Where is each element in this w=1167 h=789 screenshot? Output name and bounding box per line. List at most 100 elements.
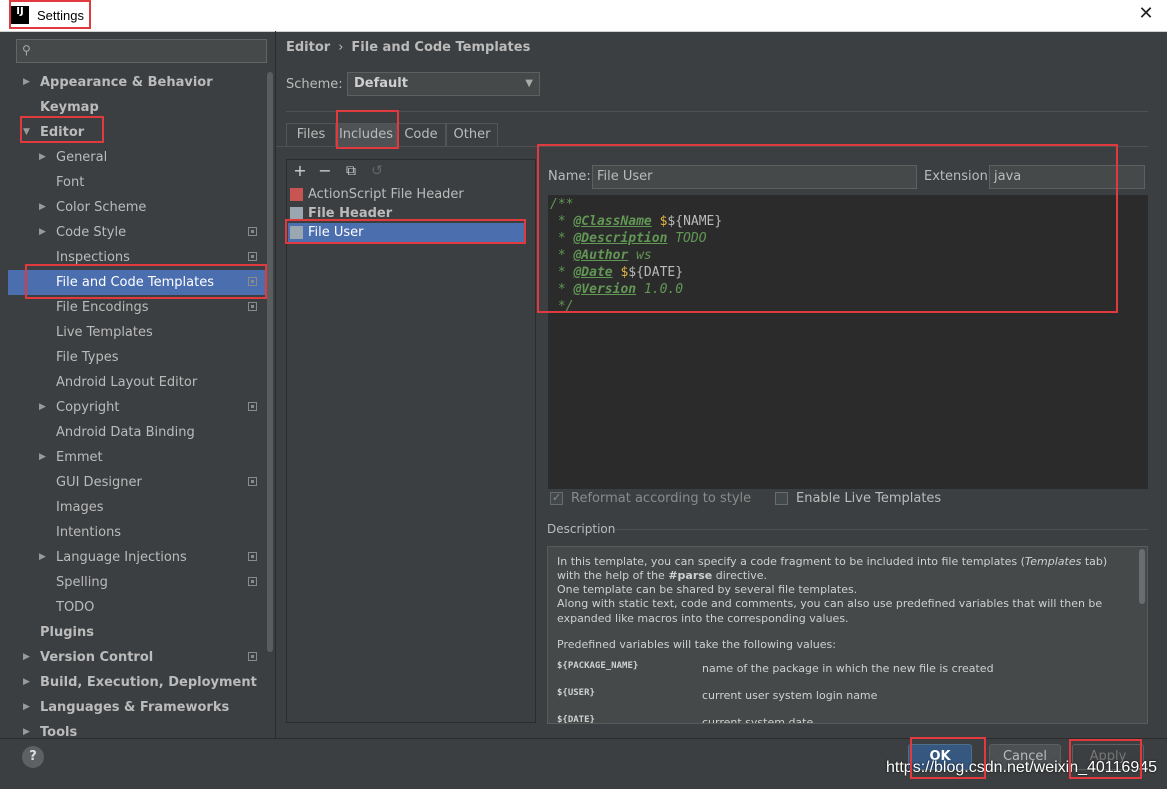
sidebar-item-editor[interactable]: ▼ Editor bbox=[8, 120, 266, 145]
code-line: * @Version 1.0.0 bbox=[550, 282, 684, 297]
sidebar-item-android-layout-editor[interactable]: Android Layout Editor bbox=[8, 370, 266, 395]
sidebar-item-plugins[interactable]: Plugins bbox=[8, 620, 266, 645]
tab-other[interactable]: Other bbox=[446, 123, 498, 146]
breadcrumb: Editor › File and Code Templates bbox=[286, 40, 530, 55]
title-bar: IJ Settings ✕ bbox=[0, 0, 1167, 32]
scheme-value: Default bbox=[354, 76, 408, 91]
scheme-select[interactable]: Default ▼ bbox=[347, 72, 540, 96]
project-settings-icon bbox=[248, 552, 257, 561]
list-item[interactable]: ActionScript File Header bbox=[288, 185, 525, 204]
description-scrollbar[interactable] bbox=[1139, 549, 1145, 604]
template-code-editor[interactable]: /** * @ClassName $${NAME} * @Description… bbox=[548, 195, 1148, 489]
window-title: Settings bbox=[37, 8, 84, 23]
chevron-right-icon[interactable]: ▶ bbox=[23, 70, 30, 95]
templates-list-panel bbox=[286, 159, 536, 723]
variable-name: ${USER} bbox=[557, 688, 595, 698]
variable-description: current system date bbox=[702, 716, 814, 724]
chevron-right-icon[interactable]: ▶ bbox=[39, 145, 46, 170]
watermark-text: https://blog.csdn.net/weixin_40116945 bbox=[886, 759, 1158, 776]
sidebar-item-general[interactable]: ▶ General bbox=[8, 145, 266, 170]
settings-tree: ▶ Appearance & Behavior Keymap ▼ Editor ▶ G… bbox=[8, 70, 273, 738]
sidebar-item-emmet[interactable]: ▶ Emmet bbox=[8, 445, 266, 470]
extension-label: Extension: bbox=[924, 169, 993, 184]
tab-code[interactable]: Code bbox=[396, 123, 446, 146]
sidebar-item-color-scheme[interactable]: ▶ Color Scheme bbox=[8, 195, 266, 220]
file-icon bbox=[290, 226, 303, 239]
variable-name: ${DATE} bbox=[557, 715, 595, 724]
live-templates-checkbox[interactable]: Enable Live Templates bbox=[775, 491, 945, 507]
sidebar-item-version-control[interactable]: ▶ Version Control bbox=[8, 645, 266, 670]
sidebar-item-copyright[interactable]: ▶ Copyright bbox=[8, 395, 266, 420]
sidebar-item-todo[interactable]: TODO bbox=[8, 595, 266, 620]
file-icon bbox=[290, 207, 303, 220]
chevron-right-icon[interactable]: ▶ bbox=[39, 395, 46, 420]
sidebar-item-build-execution-deployment[interactable]: ▶ Build, Execution, Deployment bbox=[8, 670, 266, 695]
search-icon: ⚲ bbox=[22, 43, 31, 57]
sidebar-item-file-encodings[interactable]: File Encodings bbox=[8, 295, 266, 320]
settings-search-input[interactable]: ⚲ bbox=[16, 39, 267, 63]
code-line: * @Date $${DATE} bbox=[550, 265, 684, 280]
description-separator bbox=[615, 529, 1148, 530]
description-text: expanded like macros into the correspond… bbox=[557, 612, 849, 625]
checkbox-checked bbox=[550, 490, 563, 506]
panel-divider[interactable] bbox=[275, 31, 276, 738]
sidebar-item-intentions[interactable]: Intentions bbox=[8, 520, 266, 545]
project-settings-icon bbox=[248, 302, 257, 311]
sidebar-item-keymap[interactable]: Keymap bbox=[8, 95, 266, 120]
reformat-checkbox[interactable]: Reformat according to style bbox=[550, 490, 751, 507]
name-field[interactable]: File User bbox=[592, 165, 917, 189]
sidebar-item-tools[interactable]: ▶ Tools bbox=[8, 720, 266, 738]
chevron-down-icon[interactable]: ▼ bbox=[23, 120, 30, 145]
chevron-down-icon: ▼ bbox=[525, 78, 533, 89]
list-item[interactable]: File User bbox=[288, 223, 525, 242]
sidebar-item-live-templates[interactable]: Live Templates bbox=[8, 320, 266, 345]
code-line: * @Description TODO bbox=[550, 231, 707, 246]
copy-icon[interactable]: ⧉ bbox=[342, 162, 360, 180]
chevron-right-icon[interactable]: ▶ bbox=[23, 670, 30, 695]
remove-icon[interactable]: − bbox=[316, 162, 334, 180]
breadcrumb-parent[interactable]: Editor bbox=[286, 40, 330, 55]
sidebar-item-file-types[interactable]: File Types bbox=[8, 345, 266, 370]
description-panel[interactable]: In this template, you can specify a code… bbox=[547, 546, 1148, 724]
code-line: /** bbox=[550, 197, 574, 212]
close-icon[interactable]: ✕ bbox=[1135, 3, 1157, 25]
sidebar-item-inspections[interactable]: Inspections bbox=[8, 245, 266, 270]
list-item[interactable]: File Header bbox=[288, 204, 525, 223]
tab-files[interactable]: Files bbox=[286, 123, 336, 146]
separator bbox=[286, 111, 1148, 112]
chevron-right-icon[interactable]: ▶ bbox=[23, 645, 30, 670]
variable-name: ${PACKAGE_NAME} bbox=[557, 661, 639, 671]
sidebar-item-language-injections[interactable]: ▶ Language Injections bbox=[8, 545, 266, 570]
sidebar-item-android-data-binding[interactable]: Android Data Binding bbox=[8, 420, 266, 445]
code-line: * @ClassName $${NAME} bbox=[550, 214, 723, 229]
sidebar-item-gui-designer[interactable]: GUI Designer bbox=[8, 470, 266, 495]
chevron-right-icon[interactable]: ▶ bbox=[39, 545, 46, 570]
chevron-right-icon[interactable]: ▶ bbox=[39, 195, 46, 220]
project-settings-icon bbox=[248, 252, 257, 261]
sidebar-item-font[interactable]: Font bbox=[8, 170, 266, 195]
chevron-right-icon[interactable]: ▶ bbox=[23, 720, 30, 738]
reset-icon[interactable]: ↺ bbox=[368, 162, 386, 180]
description-text: In this template, you can specify a code… bbox=[557, 555, 1108, 568]
sidebar-item-images[interactable]: Images bbox=[8, 495, 266, 520]
help-button[interactable]: ? bbox=[22, 746, 44, 768]
tab-includes[interactable]: Includes bbox=[336, 123, 396, 146]
sidebar-item-appearance-behavior[interactable]: ▶ Appearance & Behavior bbox=[8, 70, 266, 95]
sidebar-item-code-style[interactable]: ▶ Code Style bbox=[8, 220, 266, 245]
description-text: with the help of the #parse directive. bbox=[557, 569, 768, 582]
project-settings-icon bbox=[248, 477, 257, 486]
breadcrumb-separator: › bbox=[338, 40, 344, 55]
sidebar-item-languages-frameworks[interactable]: ▶ Languages & Frameworks bbox=[8, 695, 266, 720]
sidebar-item-file-and-code-templates[interactable]: File and Code Templates bbox=[8, 270, 266, 295]
chevron-right-icon[interactable]: ▶ bbox=[39, 445, 46, 470]
sidebar-scrollbar[interactable] bbox=[267, 72, 273, 652]
description-text: Along with static text, code and comment… bbox=[557, 597, 1103, 610]
description-text: Predefined variables will take the follo… bbox=[557, 638, 836, 651]
extension-field[interactable]: java bbox=[989, 165, 1145, 189]
checkbox-unchecked bbox=[775, 492, 788, 505]
actionscript-file-icon bbox=[290, 188, 303, 201]
chevron-right-icon[interactable]: ▶ bbox=[23, 695, 30, 720]
chevron-right-icon[interactable]: ▶ bbox=[39, 220, 46, 245]
sidebar-item-spelling[interactable]: Spelling bbox=[8, 570, 266, 595]
add-icon[interactable]: + bbox=[291, 162, 309, 180]
